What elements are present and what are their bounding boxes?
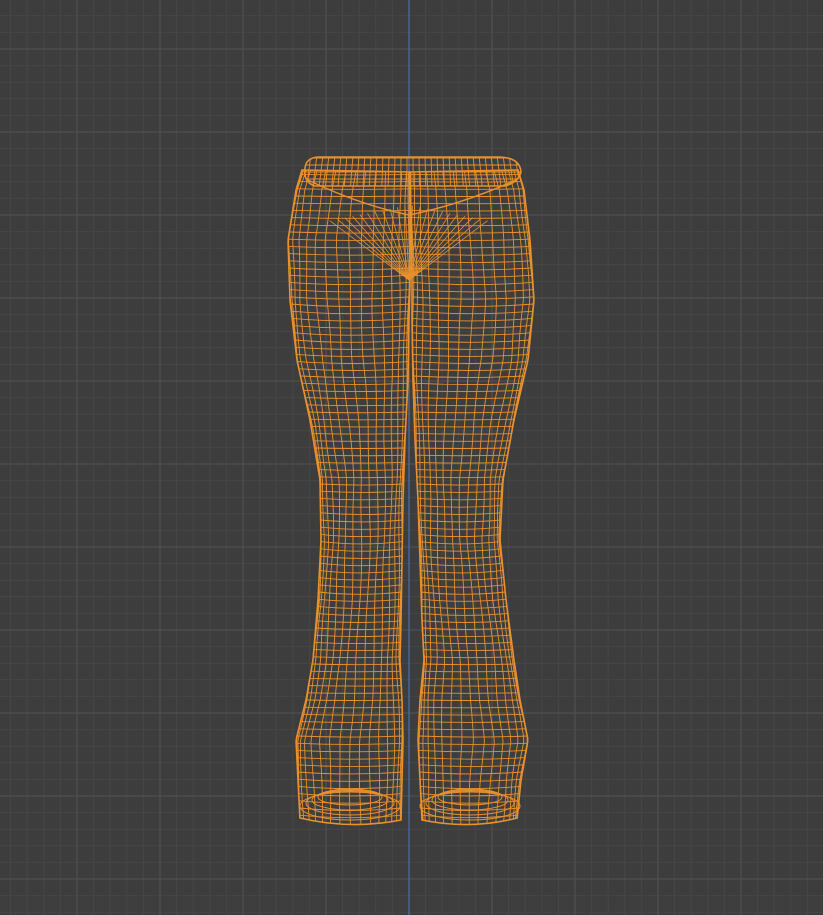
3d-viewport[interactable]: [0, 0, 823, 915]
crotch-fan-edge: [329, 220, 410, 281]
mesh-edge-column: [466, 170, 486, 825]
mesh-edge-loop: [300, 830, 401, 832]
leg-cuffs: [299, 788, 521, 821]
waist-edge: [448, 157, 452, 186]
waist-edge: [368, 157, 372, 186]
mesh-edge-loop: [410, 167, 517, 168]
waist-edge: [337, 157, 342, 186]
waist-edge: [460, 157, 465, 186]
waist-edge: [381, 157, 384, 186]
waist-edge: [466, 157, 471, 186]
crotch-fan-edge: [408, 218, 481, 281]
mesh-edge-column: [450, 170, 463, 825]
mesh-edge-column: [368, 170, 379, 825]
mesh-edge-loop: [305, 160, 410, 161]
pants-mesh-wireframe[interactable]: [287, 155, 535, 832]
waist-edge: [454, 157, 458, 186]
waist-edge: [436, 157, 439, 186]
viewport-canvas[interactable]: [0, 0, 823, 915]
mesh-edge-column: [432, 170, 446, 825]
mesh-edge-column: [314, 170, 340, 825]
waist-edge: [356, 157, 360, 186]
mesh-edge-column: [385, 170, 396, 825]
mesh-edge-loop: [303, 167, 410, 168]
grid-minor-lines: [0, 0, 823, 915]
waist-edge: [478, 157, 483, 186]
waist-edge: [430, 157, 433, 186]
mesh-edge-loop: [419, 699, 521, 701]
mesh-edge-column: [324, 170, 348, 825]
mesh-edge-loop: [315, 627, 401, 630]
waist-edge: [387, 157, 390, 186]
mesh-edge-loop: [294, 195, 410, 197]
mesh-edge-column: [473, 170, 497, 825]
crotch-fan-edge: [408, 217, 473, 281]
grid-major-lines: [0, 0, 823, 915]
waist-edge: [343, 157, 348, 186]
mesh-edge-column: [348, 170, 363, 825]
mesh-edge-loop: [422, 830, 517, 832]
waist-edge: [349, 157, 354, 186]
mesh-edge-loop: [290, 303, 410, 307]
